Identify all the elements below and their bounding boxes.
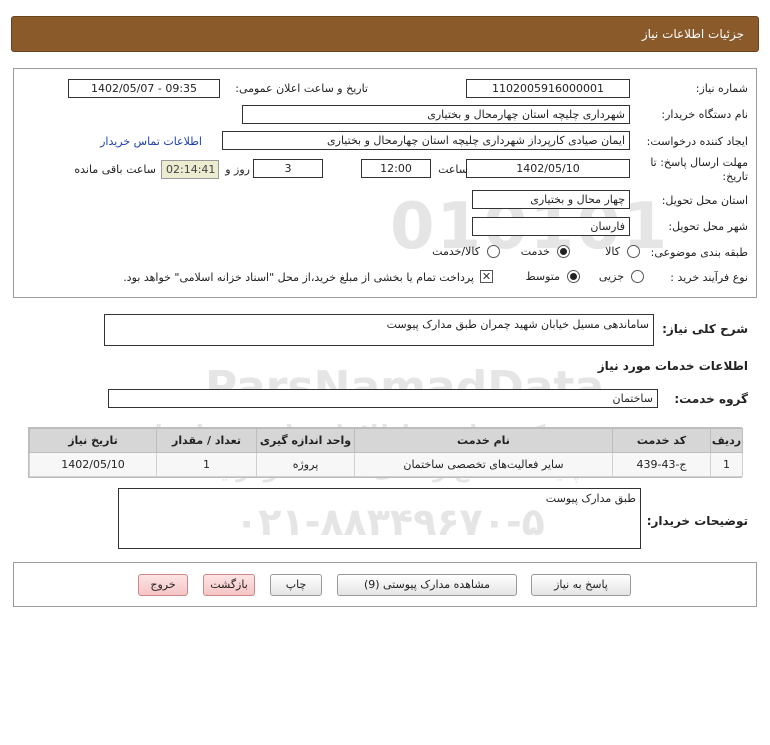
page-title: جزئیات اطلاعات نیاز [641, 27, 744, 41]
announce-value: 1402/05/07 - 09:35 [68, 79, 220, 98]
deadline-date: 1402/05/10 [466, 159, 630, 178]
province-value: چهار محال و بختیاری [472, 190, 630, 209]
buyer-notes-label: توضیحات خریدار: [646, 514, 748, 528]
col-service-name: نام خدمت [354, 428, 613, 453]
services-table: ردیف کد خدمت نام خدمت واحد اندازه گیری ت… [29, 428, 743, 477]
buyer-contact-link[interactable]: اطلاعات تماس خریدار [100, 135, 202, 148]
category-option-goods[interactable]: کالا [580, 244, 640, 260]
category-label-service: خدمت [520, 245, 550, 258]
purchase-label-medium: متوسط [525, 270, 560, 283]
deadline-time-label: ساعت [438, 163, 468, 176]
deadline-label-line1: مهلت ارسال پاسخ: تا [650, 156, 748, 169]
purchase-label: نوع فرآیند خرید : [670, 271, 748, 284]
cell-service-name: سایر فعالیت‌های تخصصی ساختمان [354, 452, 613, 477]
buyer-label: نام دستگاه خریدار: [661, 108, 748, 121]
services-section-title: اطلاعات خدمات مورد نیاز [597, 359, 748, 373]
remaining-label: ساعت باقی مانده [74, 163, 156, 176]
back-button[interactable]: بازگشت [203, 574, 255, 596]
page-header: جزئیات اطلاعات نیاز [11, 16, 759, 52]
need-number-value: 1102005916000001 [466, 79, 630, 98]
description-label: شرح کلی نیاز: [662, 322, 748, 336]
purchase-option-minor[interactable]: جزیی [590, 269, 644, 285]
category-label-goods: کالا [605, 245, 620, 258]
treasury-payment-checkbox[interactable]: ✕ [480, 270, 493, 283]
col-quantity: تعداد / مقدار [156, 428, 257, 453]
col-unit: واحد اندازه گیری [256, 428, 355, 453]
remaining-timer: 02:14:41 [161, 160, 219, 179]
reply-button[interactable]: پاسخ به نیاز [531, 574, 631, 596]
buyer-notes-value: طبق مدارک پیوست [118, 488, 641, 549]
cell-quantity: 1 [156, 452, 257, 477]
city-value: فارسان [472, 217, 630, 236]
print-button[interactable]: چاپ [270, 574, 322, 596]
col-need-date: تاریخ نیاز [29, 428, 157, 453]
purchase-option-medium[interactable]: متوسط [510, 269, 580, 285]
table-row: 1 ج-43-439 سایر فعالیت‌های تخصصی ساختمان… [29, 452, 743, 477]
category-label-both: کالا/خدمت [432, 245, 480, 258]
days-label: روز و [225, 163, 250, 176]
creator-label: ایجاد کننده درخواست: [646, 135, 748, 148]
service-group-value: ساختمان [108, 389, 658, 408]
need-info-panel [13, 68, 757, 298]
announce-label: تاریخ و ساعت اعلان عمومی: [235, 82, 368, 95]
purchase-radio-medium[interactable] [567, 270, 580, 283]
category-option-both[interactable]: کالا/خدمت [420, 244, 500, 260]
category-label: طبقه بندی موضوعی: [650, 246, 748, 259]
days-value: 3 [253, 159, 323, 178]
category-option-service[interactable]: خدمت [510, 244, 570, 260]
province-label: استان محل تحویل: [661, 194, 748, 207]
deadline-label: مهلت ارسال پاسخ: تا تاریخ: [650, 156, 748, 184]
deadline-time: 12:00 [361, 159, 431, 178]
exit-button[interactable]: خروج [138, 574, 188, 596]
purchase-radio-minor[interactable] [631, 270, 644, 283]
cell-service-code: ج-43-439 [612, 452, 711, 477]
view-attachments-button[interactable]: مشاهده مدارک پیوستی (9) [337, 574, 517, 596]
category-radio-service[interactable] [557, 245, 570, 258]
services-table-wrap: ردیف کد خدمت نام خدمت واحد اندازه گیری ت… [28, 427, 743, 478]
buyer-value: شهرداری چلیچه استان چهارمحال و بختیاری [242, 105, 630, 124]
services-table-header: ردیف کد خدمت نام خدمت واحد اندازه گیری ت… [29, 428, 743, 453]
col-service-code: کد خدمت [612, 428, 711, 453]
category-radio-both[interactable] [487, 245, 500, 258]
service-group-label: گروه خدمت: [674, 392, 748, 406]
description-value: ساماندهی مسیل خیابان شهید چمران طبق مدار… [104, 314, 654, 346]
deadline-label-line2: تاریخ: [722, 170, 748, 183]
treasury-payment-note: پرداخت تمام یا بخشی از مبلغ خرید،از محل … [123, 271, 474, 284]
cell-row-number: 1 [710, 452, 743, 477]
col-row-number: ردیف [710, 428, 743, 453]
purchase-label-minor: جزیی [598, 270, 624, 283]
cell-need-date: 1402/05/10 [29, 452, 157, 477]
city-label: شهر محل تحویل: [668, 220, 748, 233]
need-number-label: شماره نیاز: [695, 82, 748, 95]
category-radio-goods[interactable] [627, 245, 640, 258]
creator-value: ایمان صیادی کارپرداز شهرداری چلیچه استان… [222, 131, 630, 150]
cell-unit: پروژه [256, 452, 355, 477]
